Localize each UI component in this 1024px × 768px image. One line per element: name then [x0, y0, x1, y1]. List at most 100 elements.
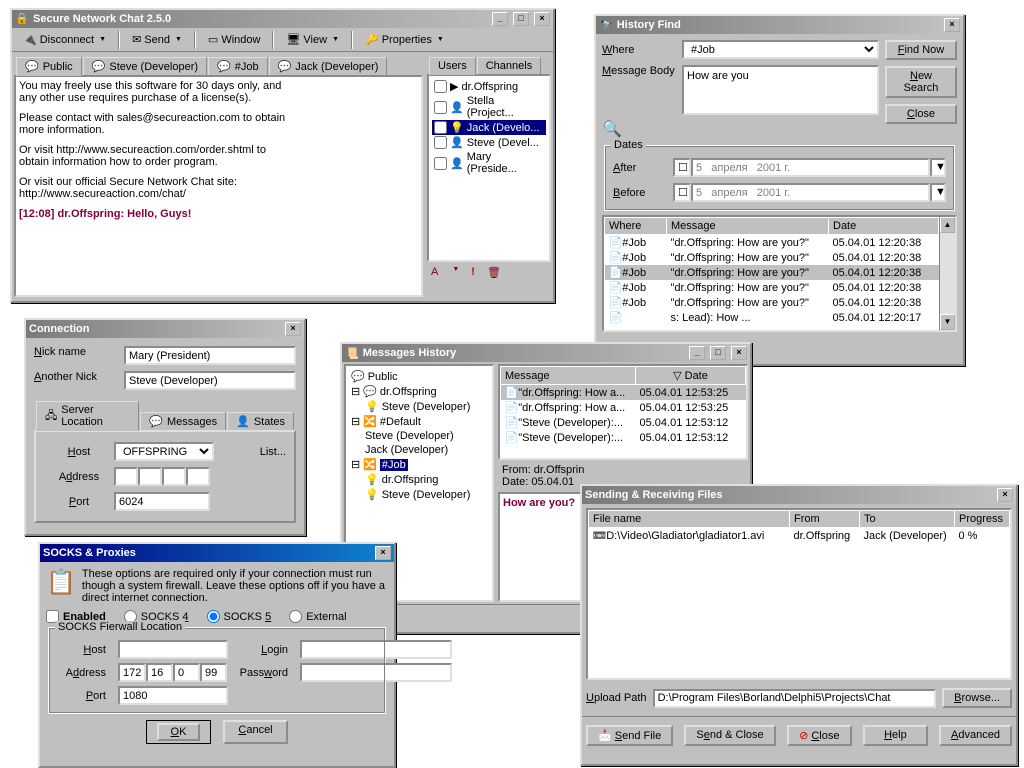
result-row[interactable]: 📄#Job"dr.Offspring: How are you?"05.04.0…: [605, 235, 939, 251]
result-row[interactable]: 📄#Job"dr.Offspring: How are you?"05.04.0…: [605, 250, 939, 265]
another-input[interactable]: [124, 371, 296, 390]
minimize-button[interactable]: _: [689, 346, 705, 360]
msg-row[interactable]: 📄"Steve (Developer):...05.04.01 12:53:12: [501, 430, 746, 445]
ip-3[interactable]: [162, 467, 186, 486]
tab-server[interactable]: 🖧Server Location: [36, 401, 139, 431]
result-row[interactable]: 📄s: Lead): How ...05.04.01 12:20:17: [605, 310, 939, 325]
msg-row[interactable]: 📄"dr.Offspring: How a...05.04.01 12:53:2…: [501, 385, 746, 401]
nick-input[interactable]: [124, 346, 296, 365]
close-button-2[interactable]: Close: [885, 104, 957, 124]
doc-icon: 📄: [505, 402, 519, 414]
port-input[interactable]: [114, 492, 210, 511]
chat-area[interactable]: You may freely use this software for 30 …: [14, 75, 423, 297]
close-button[interactable]: ×: [997, 488, 1013, 502]
new-search-button[interactable]: New Search: [885, 66, 957, 98]
bubble-icon: 💬: [278, 60, 292, 73]
tab-messages[interactable]: 💬Messages: [140, 412, 226, 430]
maximize-button[interactable]: □: [710, 346, 726, 360]
bubble-icon: 💬: [363, 385, 377, 398]
port-input[interactable]: [118, 686, 228, 705]
ip-3[interactable]: [173, 663, 200, 682]
ip-1[interactable]: [118, 663, 146, 682]
result-row[interactable]: 📄#Job"dr.Offspring: How are you?"05.04.0…: [605, 295, 939, 310]
close-button[interactable]: ×: [375, 546, 391, 560]
tree-item[interactable]: ⊟ 💬dr.Offspring: [349, 384, 489, 399]
user-item[interactable]: 👤Steve (Devel...: [432, 135, 546, 150]
msg-row[interactable]: 📄"dr.Offspring: How a...05.04.01 12:53:2…: [501, 400, 746, 415]
hist-titlebar: 🔭 History Find ×: [596, 16, 963, 34]
tree-item[interactable]: 💡Steve (Developer): [349, 399, 489, 414]
send-button[interactable]: ✉Send▼: [125, 30, 189, 49]
result-row[interactable]: 📄#Job"dr.Offspring: How are you?"05.04.0…: [605, 280, 939, 295]
disconnect-button[interactable]: 🔌Disconnect▼: [16, 30, 113, 49]
tab-job[interactable]: 💬#Job: [208, 57, 268, 75]
user-item[interactable]: ▶dr.Offspring: [432, 79, 546, 94]
close-button[interactable]: ×: [534, 12, 550, 26]
msg-grid[interactable]: Message▽ Date 📄"dr.Offspring: How a...05…: [498, 364, 748, 460]
tab-jack[interactable]: 💬Jack (Developer): [269, 57, 388, 75]
tree-item[interactable]: Jack (Developer): [349, 443, 489, 457]
tab-steve[interactable]: 💬Steve (Developer): [83, 57, 207, 75]
cancel-button[interactable]: Cancel: [223, 720, 288, 744]
tree-item[interactable]: 💡Steve (Developer): [349, 487, 489, 502]
advanced-button[interactable]: Advanced: [939, 725, 1012, 746]
minimize-button[interactable]: _: [492, 12, 508, 26]
tab-channels[interactable]: Channels: [477, 57, 541, 74]
tab-states[interactable]: 👤States: [227, 412, 294, 430]
before-date[interactable]: [691, 183, 930, 202]
upload-input[interactable]: [653, 689, 937, 708]
view-button[interactable]: 🖥View▼: [279, 30, 346, 49]
help-button[interactable]: Help: [863, 725, 928, 746]
dropdown-icon[interactable]: ▼: [930, 183, 946, 202]
msg-row[interactable]: 📄"Steve (Developer):...05.04.01 12:53:12: [501, 415, 746, 430]
ip-4[interactable]: [186, 467, 210, 486]
tree-item[interactable]: ⊟ 🔀#Job: [349, 457, 489, 472]
socks5-radio[interactable]: SOCKS 5: [207, 610, 272, 623]
user-item[interactable]: 💡Jack (Develo...: [432, 120, 546, 135]
body-input[interactable]: How are you: [682, 65, 879, 115]
after-date[interactable]: [691, 158, 930, 177]
close-button[interactable]: ×: [285, 322, 301, 336]
font-icon[interactable]: A: [431, 266, 438, 279]
ip-2[interactable]: [146, 663, 173, 682]
ip-1[interactable]: [114, 467, 138, 486]
results-grid[interactable]: WhereMessageDate 📄#Job"dr.Offspring: How…: [602, 215, 957, 332]
send-close-button[interactable]: Send & Close: [684, 725, 775, 746]
find-now-button[interactable]: Find Now: [885, 40, 957, 60]
host-select[interactable]: OFFSPRING: [114, 442, 214, 461]
ok-button[interactable]: OK: [146, 720, 211, 744]
send-file-button[interactable]: 📩 Send File: [586, 725, 673, 746]
tree-item[interactable]: Steve (Developer): [349, 429, 489, 443]
properties-button[interactable]: 🔑Properties▼: [358, 30, 451, 49]
tab-users[interactable]: Users: [429, 57, 476, 75]
tree-item[interactable]: 💬Public: [349, 369, 489, 384]
close-button[interactable]: ×: [944, 18, 960, 32]
pwd-input[interactable]: [300, 663, 452, 682]
pwd-label: Password: [234, 667, 294, 679]
tab-public[interactable]: 💬Public: [16, 57, 82, 76]
file-grid[interactable]: File nameFromToProgress 📼D:\Video\Gladia…: [586, 508, 1012, 680]
ip-4[interactable]: [200, 663, 227, 682]
user-item[interactable]: 👤Stella (Project...: [432, 94, 546, 120]
user-list[interactable]: ▶dr.Offspring 👤Stella (Project... 💡Jack …: [427, 74, 551, 262]
result-row[interactable]: 📄#Job"dr.Offspring: How are you?"05.04.0…: [605, 265, 939, 280]
external-radio[interactable]: External: [289, 610, 346, 623]
dropdown-icon[interactable]: ▼: [930, 158, 946, 177]
scrollbar[interactable]: ▲▼: [939, 217, 955, 330]
window-button[interactable]: ▭Window: [201, 30, 268, 49]
login-input[interactable]: [300, 640, 452, 659]
list-button[interactable]: List...: [260, 446, 286, 458]
close-button[interactable]: ×: [731, 346, 747, 360]
files-close-button[interactable]: ⊘ Close: [787, 725, 852, 746]
maximize-button[interactable]: □: [513, 12, 529, 26]
tree-item[interactable]: ⊟ 🔀#Default: [349, 414, 489, 429]
alert-icon[interactable]: !: [471, 266, 475, 279]
user-item[interactable]: 👤Mary (Preside...: [432, 150, 546, 176]
browse-button[interactable]: Browse...: [942, 688, 1012, 708]
tree-item[interactable]: 💡dr.Offspring: [349, 472, 489, 487]
ip-2[interactable]: [138, 467, 162, 486]
host-input[interactable]: [118, 640, 228, 659]
file-row[interactable]: 📼D:\Video\Gladiator\gladiator1.avidr.Off…: [589, 528, 1010, 544]
trash-icon[interactable]: 🗑: [487, 266, 501, 279]
where-select[interactable]: #Job: [682, 40, 879, 59]
